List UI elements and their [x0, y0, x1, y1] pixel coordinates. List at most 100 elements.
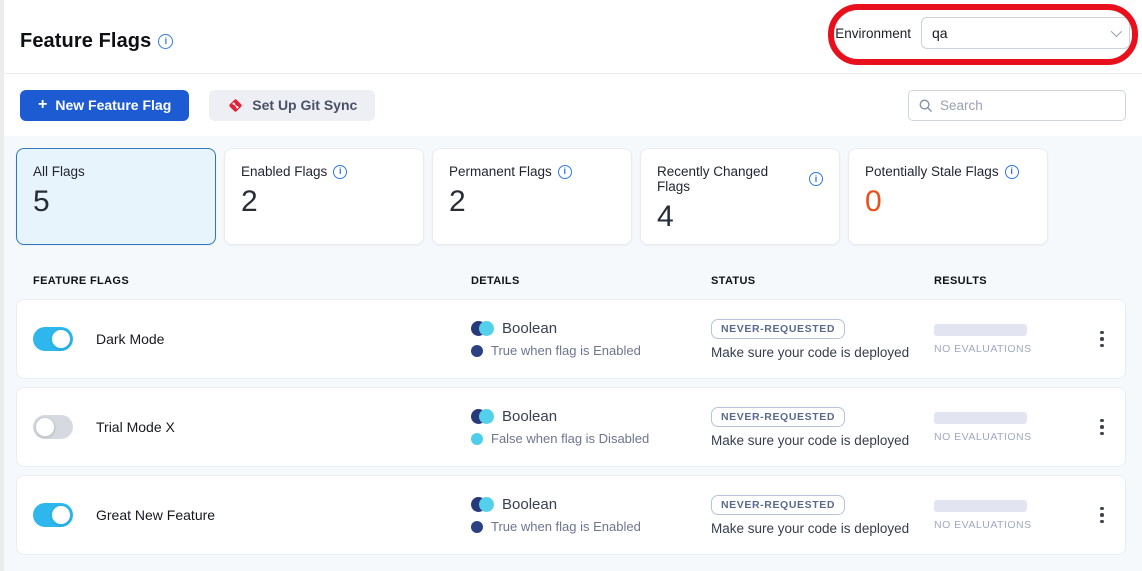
- flag-details-cell: Boolean True when flag is Enabled: [471, 320, 711, 358]
- stat-card-potentially-stale-flags[interactable]: Potentially Stale Flags 0: [848, 148, 1048, 245]
- title-wrap: Feature Flags: [20, 30, 173, 53]
- stat-card-label-row: Enabled Flags: [241, 164, 407, 179]
- stat-card-label: Potentially Stale Flags: [865, 164, 999, 179]
- stat-card-label: Recently Changed Flags: [657, 164, 803, 194]
- stat-card-value: 0: [865, 185, 1031, 218]
- type-label: Boolean: [502, 408, 557, 425]
- status-note: Make sure your code is deployed: [711, 521, 909, 536]
- flag-name-cell: Dark Mode: [33, 327, 471, 351]
- flag-toggle[interactable]: [33, 327, 73, 351]
- results-note: NO EVALUATIONS: [934, 519, 1032, 531]
- stat-card-permanent-flags[interactable]: Permanent Flags 2: [432, 148, 632, 245]
- git-sync-label: Set Up Git Sync: [252, 97, 357, 113]
- stat-card-label: All Flags: [33, 164, 85, 179]
- status-note: Make sure your code is deployed: [711, 433, 909, 448]
- search-box[interactable]: [908, 90, 1126, 121]
- info-icon[interactable]: [333, 165, 347, 179]
- value-dot-icon: [471, 433, 483, 445]
- flag-name[interactable]: Great New Feature: [96, 507, 215, 523]
- flag-status-cell: NEVER-REQUESTED Make sure your code is d…: [711, 407, 934, 448]
- results-bar: [934, 412, 1027, 424]
- search-icon: [918, 98, 933, 113]
- column-header-status: STATUS: [711, 275, 934, 287]
- type-line: Boolean: [471, 320, 711, 337]
- environment-select[interactable]: qa: [921, 17, 1130, 49]
- flag-toggle[interactable]: [33, 415, 73, 439]
- info-icon[interactable]: [558, 165, 572, 179]
- flag-results-cell: NO EVALUATIONS: [934, 412, 1094, 443]
- type-line: Boolean: [471, 496, 711, 513]
- environment-value: qa: [932, 25, 1111, 41]
- new-feature-flag-button[interactable]: + New Feature Flag: [20, 90, 189, 121]
- flag-details-cell: Boolean True when flag is Enabled: [471, 496, 711, 534]
- stat-card-enabled-flags[interactable]: Enabled Flags 2: [224, 148, 424, 245]
- content-area: All Flags 5 Enabled Flags 2 Permanent Fl…: [0, 136, 1142, 571]
- status-badge: NEVER-REQUESTED: [711, 407, 845, 427]
- stat-card-label-row: Potentially Stale Flags: [865, 164, 1031, 179]
- feature-flags-page: Feature Flags Environment qa + New Featu…: [0, 0, 1142, 571]
- boolean-type-icon: [471, 497, 494, 512]
- page-title: Feature Flags: [20, 30, 151, 53]
- table-header: FEATURE FLAGS DETAILS STATUS RESULTS: [16, 271, 1126, 291]
- chevron-down-icon: [1111, 26, 1122, 37]
- git-icon: [227, 97, 244, 114]
- row-actions-cell: [1094, 325, 1132, 354]
- kebab-menu-button[interactable]: [1094, 325, 1110, 354]
- status-badge: NEVER-REQUESTED: [711, 495, 845, 515]
- type-label: Boolean: [502, 320, 557, 337]
- value-note-line: False when flag is Disabled: [471, 431, 711, 446]
- value-dot-icon: [471, 345, 483, 357]
- status-badge: NEVER-REQUESTED: [711, 319, 845, 339]
- kebab-menu-button[interactable]: [1094, 413, 1110, 442]
- kebab-menu-button[interactable]: [1094, 501, 1110, 530]
- toolbar: + New Feature Flag Set Up Git Sync: [0, 74, 1142, 136]
- title-info-icon[interactable]: [158, 34, 173, 49]
- results-note: NO EVALUATIONS: [934, 431, 1032, 443]
- plus-icon: +: [38, 97, 47, 113]
- git-sync-button[interactable]: Set Up Git Sync: [209, 90, 375, 121]
- stat-card-value: 2: [449, 185, 615, 218]
- results-bar: [934, 500, 1027, 512]
- stat-card-value: 4: [657, 200, 823, 233]
- value-note: True when flag is Enabled: [491, 519, 641, 534]
- flag-name-cell: Great New Feature: [33, 503, 471, 527]
- toggle-knob: [51, 329, 71, 349]
- stat-card-label: Permanent Flags: [449, 164, 552, 179]
- toggle-knob: [51, 505, 71, 525]
- value-note-line: True when flag is Enabled: [471, 519, 711, 534]
- results-bar: [934, 324, 1027, 336]
- row-actions-cell: [1094, 413, 1132, 442]
- info-icon[interactable]: [809, 172, 823, 186]
- new-feature-flag-label: New Feature Flag: [55, 97, 171, 113]
- environment-label: Environment: [835, 26, 911, 41]
- column-header-feature-flags: FEATURE FLAGS: [33, 275, 471, 287]
- stat-card-value: 5: [33, 185, 199, 218]
- search-input[interactable]: [940, 98, 1116, 113]
- flag-toggle[interactable]: [33, 503, 73, 527]
- flag-details-cell: Boolean False when flag is Disabled: [471, 408, 711, 446]
- flag-results-cell: NO EVALUATIONS: [934, 324, 1094, 355]
- stat-card-value: 2: [241, 185, 407, 218]
- column-header-results: RESULTS: [934, 275, 1094, 287]
- toggle-knob: [35, 417, 55, 437]
- flag-name[interactable]: Trial Mode X: [96, 419, 175, 435]
- row-actions-cell: [1094, 501, 1132, 530]
- value-note-line: True when flag is Enabled: [471, 343, 711, 358]
- feature-row-dark-mode[interactable]: Dark Mode Boolean True when flag is Enab…: [16, 299, 1126, 379]
- value-note: True when flag is Enabled: [491, 343, 641, 358]
- stat-card-label-row: Permanent Flags: [449, 164, 615, 179]
- stat-card-label-row: All Flags: [33, 164, 199, 179]
- flag-name-cell: Trial Mode X: [33, 415, 471, 439]
- feature-row-trial-mode-x[interactable]: Trial Mode X Boolean False when flag is …: [16, 387, 1126, 467]
- type-line: Boolean: [471, 408, 711, 425]
- stat-card-label: Enabled Flags: [241, 164, 327, 179]
- stat-card-recently-changed-flags[interactable]: Recently Changed Flags 4: [640, 148, 840, 245]
- flag-name[interactable]: Dark Mode: [96, 331, 164, 347]
- stat-card-all-flags[interactable]: All Flags 5: [16, 148, 216, 245]
- value-dot-icon: [471, 521, 483, 533]
- stat-cards-row: All Flags 5 Enabled Flags 2 Permanent Fl…: [16, 148, 1126, 245]
- page-header: Feature Flags Environment qa: [0, 0, 1142, 74]
- info-icon[interactable]: [1005, 165, 1019, 179]
- flag-results-cell: NO EVALUATIONS: [934, 500, 1094, 531]
- feature-row-great-new-feature[interactable]: Great New Feature Boolean True when flag…: [16, 475, 1126, 555]
